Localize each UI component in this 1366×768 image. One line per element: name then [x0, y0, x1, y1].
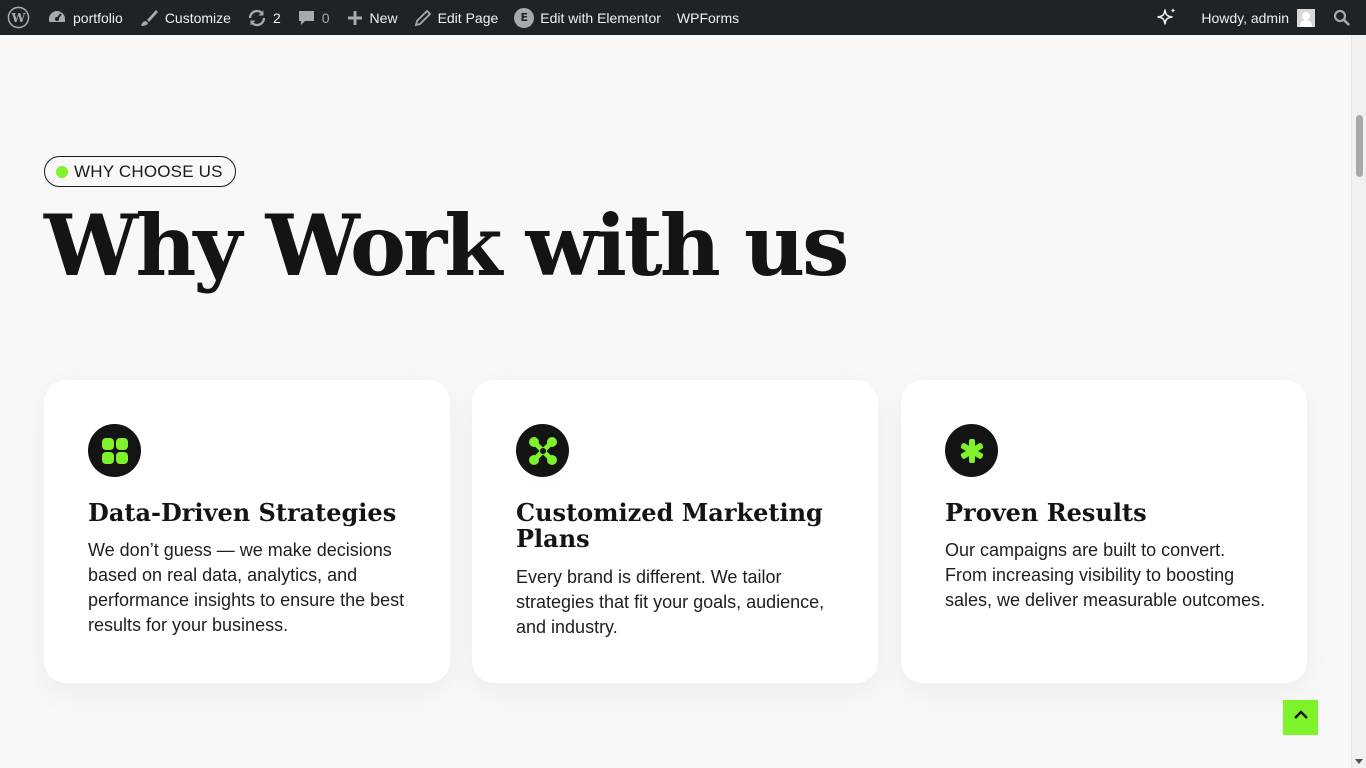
- pencil-icon: [414, 9, 432, 27]
- plus-icon: [346, 9, 364, 27]
- search-button[interactable]: [1323, 0, 1366, 35]
- customize-label: Customize: [164, 9, 231, 26]
- feature-card-customized-marketing: Customized Marketing Plans Every brand i…: [472, 380, 878, 683]
- asterisk-icon: [945, 424, 998, 477]
- scroll-to-top-button[interactable]: [1283, 700, 1318, 735]
- card-description: We don’t guess — we make decisions based…: [88, 540, 405, 635]
- updates-icon: [247, 9, 267, 27]
- section-heading: Why Work with us: [44, 196, 849, 295]
- my-account-menu[interactable]: Howdy, admin: [1193, 0, 1323, 35]
- new-label: New: [369, 9, 398, 26]
- nodes-icon: [516, 424, 569, 477]
- green-dot-icon: [56, 165, 68, 178]
- feature-card-proven-results: Proven Results Our campaigns are built t…: [901, 380, 1307, 683]
- chevron-up-icon: [1293, 707, 1309, 728]
- wpforms-label: WPForms: [676, 9, 740, 26]
- grid-clover-icon: [88, 424, 141, 477]
- search-icon: [1333, 9, 1351, 27]
- edit-page-link[interactable]: Edit Page: [406, 0, 507, 35]
- edit-page-label: Edit Page: [437, 9, 499, 26]
- page-scrollbar[interactable]: [1351, 35, 1366, 768]
- svg-text:W: W: [11, 10, 27, 25]
- elementor-icon: E: [514, 7, 535, 28]
- comment-bubble-icon: [297, 9, 316, 27]
- paintbrush-icon: [139, 9, 159, 27]
- wpforms-menu[interactable]: WPForms: [669, 0, 747, 35]
- scroll-down-arrow-icon[interactable]: [1355, 759, 1363, 764]
- new-content-menu[interactable]: New: [338, 0, 406, 35]
- site-name-label: portfolio: [73, 9, 123, 26]
- card-title: Data-Driven Strategies: [88, 498, 397, 527]
- admin-bar-secondary: Howdy, admin: [1147, 0, 1366, 35]
- card-title: Proven Results: [945, 498, 1147, 527]
- elementor-label: Edit with Elementor: [540, 9, 661, 26]
- dashboard-icon: [47, 9, 67, 27]
- section-tag-label: WHY CHOOSE US: [74, 161, 223, 181]
- comments-count: 0: [321, 9, 330, 26]
- wordpress-logo-icon[interactable]: W: [0, 0, 39, 35]
- card-title: Customized Marketing Plans: [516, 498, 823, 553]
- comments-link[interactable]: 0: [289, 0, 338, 35]
- admin-bar: W portfolio Customize 2 0 New Edit Page …: [0, 0, 1366, 35]
- updates-link[interactable]: 2: [239, 0, 289, 35]
- edit-with-elementor-link[interactable]: E Edit with Elementor: [506, 0, 669, 35]
- avatar: [1297, 8, 1315, 27]
- updates-count: 2: [272, 9, 281, 26]
- ai-sparkle-button[interactable]: [1147, 0, 1193, 35]
- card-description: Our campaigns are built to convert. From…: [945, 540, 1266, 610]
- card-description: Every brand is different. We tailor stra…: [516, 567, 825, 637]
- scrollbar-thumb[interactable]: [1356, 115, 1363, 177]
- customize-link[interactable]: Customize: [131, 0, 239, 35]
- site-name-menu[interactable]: portfolio: [39, 0, 131, 35]
- section-tag: WHY CHOOSE US: [44, 156, 236, 187]
- sparkle-icon: [1155, 6, 1179, 30]
- feature-card-data-driven: Data-Driven Strategies We don’t guess — …: [44, 380, 450, 683]
- howdy-label: Howdy, admin: [1201, 9, 1289, 26]
